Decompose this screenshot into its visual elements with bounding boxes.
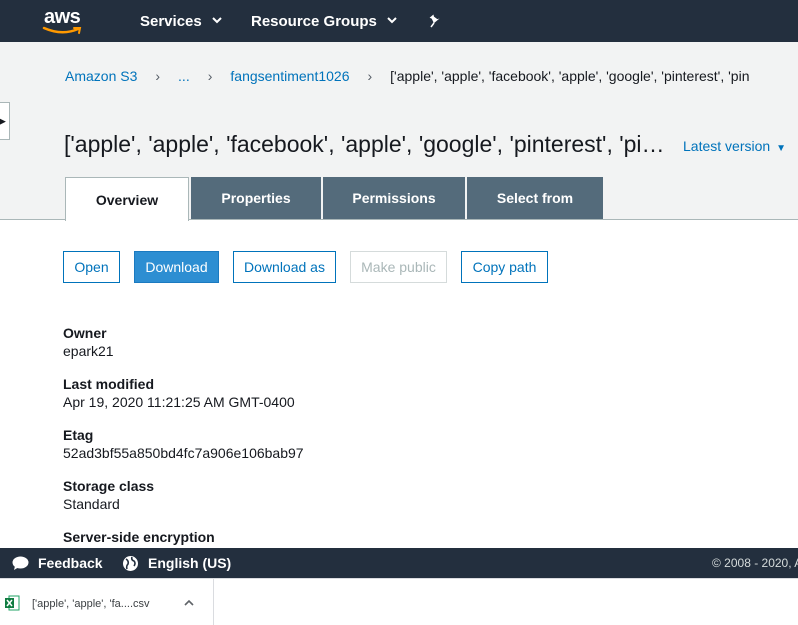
chevron-right-icon: ▶ <box>0 115 6 126</box>
breadcrumb-separator-icon: › <box>207 68 213 84</box>
tab-select-from[interactable]: Select from <box>467 177 603 219</box>
page-title: ['apple', 'apple', 'facebook', 'apple', … <box>64 131 665 157</box>
breadcrumb-separator-icon: › <box>155 68 161 84</box>
breadcrumb-ellipsis[interactable]: ... <box>178 68 190 84</box>
property-label: Storage class <box>63 478 155 494</box>
chat-bubble-icon <box>12 556 29 570</box>
chevron-down-icon <box>387 15 397 27</box>
aws-logo[interactable]: aws <box>40 6 88 36</box>
property-value: epark21 <box>63 343 114 359</box>
chevron-down-icon <box>212 15 222 27</box>
top-nav: aws Services Resource Groups <box>0 0 798 42</box>
chevron-up-icon[interactable] <box>184 597 194 609</box>
download-item[interactable]: ['apple', 'apple', 'fa....csv <box>0 579 214 625</box>
tab-bar: Overview Properties Permissions Select f… <box>65 177 605 221</box>
property-label: Last modified <box>63 376 155 392</box>
property-value: Standard <box>63 496 120 512</box>
services-menu[interactable]: Services <box>140 0 222 42</box>
object-properties: Owner epark21 Last modified Apr 19, 2020… <box>63 325 304 580</box>
download-button[interactable]: Download <box>134 251 219 283</box>
property-last-modified: Last modified Apr 19, 2020 11:21:25 AM G… <box>63 376 304 427</box>
console-footer: Feedback English (US) © 2008 - 2020, A <box>0 548 798 578</box>
browser-download-bar: ['apple', 'apple', 'fa....csv <box>0 578 798 625</box>
resource-groups-label: Resource Groups <box>251 12 377 30</box>
tab-permissions[interactable]: Permissions <box>323 177 465 219</box>
property-label: Server-side encryption <box>63 529 215 545</box>
download-as-button[interactable]: Download as <box>233 251 336 283</box>
property-owner: Owner epark21 <box>63 325 304 376</box>
property-label: Owner <box>63 325 107 341</box>
version-selector[interactable]: Latest version ▼ <box>683 138 786 154</box>
version-label: Latest version <box>683 138 771 154</box>
open-button[interactable]: Open <box>63 251 120 283</box>
property-storage-class: Storage class Standard <box>63 478 304 529</box>
breadcrumb-bucket[interactable]: fangsentiment1026 <box>230 68 349 84</box>
services-label: Services <box>140 12 202 30</box>
copy-path-button[interactable]: Copy path <box>461 251 548 283</box>
tab-properties[interactable]: Properties <box>191 177 321 219</box>
property-label: Etag <box>63 427 94 443</box>
pin-icon[interactable] <box>428 0 442 42</box>
property-etag: Etag 52ad3bf55a850bd4fc7a906e106bab97 <box>63 427 304 478</box>
breadcrumb-separator-icon: › <box>367 68 373 84</box>
object-actions: Open Download Download as Make public Co… <box>63 251 562 283</box>
breadcrumb-amazon-s3[interactable]: Amazon S3 <box>65 68 137 84</box>
property-value: 52ad3bf55a850bd4fc7a906e106bab97 <box>63 445 304 461</box>
copyright-text: © 2008 - 2020, A <box>712 556 798 570</box>
globe-icon <box>123 555 138 571</box>
language-label: English (US) <box>148 555 232 571</box>
sidebar-toggle[interactable]: ▶ <box>0 102 10 140</box>
make-public-button[interactable]: Make public <box>350 251 447 283</box>
breadcrumb-current-object: ['apple', 'apple', 'facebook', 'apple', … <box>390 68 750 84</box>
resource-groups-menu[interactable]: Resource Groups <box>251 0 397 42</box>
download-filename: ['apple', 'apple', 'fa....csv <box>32 598 150 610</box>
feedback-label: Feedback <box>38 555 103 571</box>
breadcrumb: Amazon S3 › ... › fangsentiment1026 › ['… <box>65 68 749 84</box>
excel-file-icon <box>5 595 20 611</box>
aws-smile-icon <box>42 26 82 34</box>
language-selector[interactable]: English (US) <box>122 548 231 578</box>
tab-overview[interactable]: Overview <box>65 177 189 221</box>
feedback-link[interactable]: Feedback <box>12 548 103 578</box>
property-value: Apr 19, 2020 11:21:25 AM GMT-0400 <box>63 394 295 410</box>
caret-down-icon: ▼ <box>776 143 787 154</box>
